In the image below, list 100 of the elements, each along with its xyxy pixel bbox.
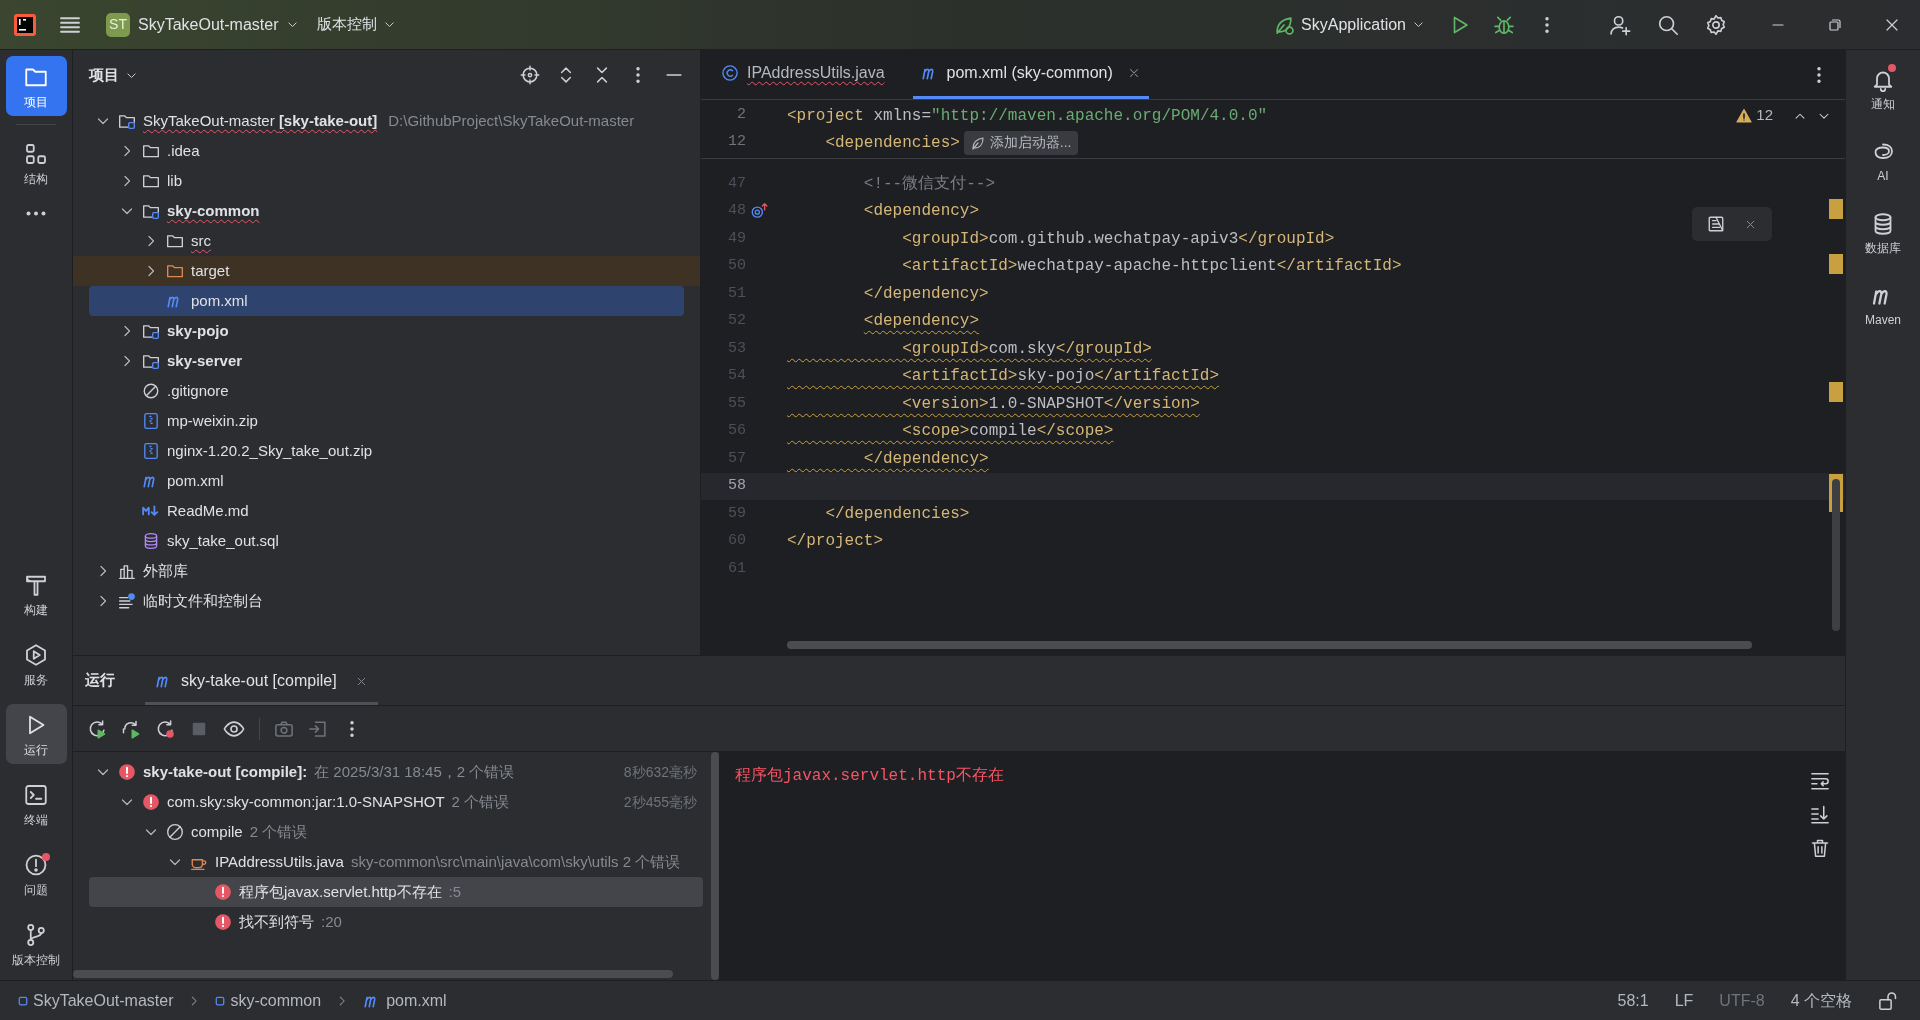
restore-icon[interactable] [1826, 16, 1843, 33]
caret-position[interactable]: 58:1 [1617, 988, 1649, 1013]
tree-item[interactable]: src [89, 226, 684, 256]
tool-window-button[interactable]: 项目 [5, 56, 67, 116]
run-configuration-selector[interactable]: SkyApplication [1273, 12, 1425, 37]
panel-title-menu[interactable]: 项目 [89, 63, 138, 87]
scroll-to-end-icon[interactable] [1810, 804, 1830, 824]
add-starter-hint[interactable]: 添加启动器... [963, 130, 1078, 155]
branch-icon [24, 922, 48, 947]
duration: 8秒632毫秒 [623, 762, 697, 782]
tree-item[interactable]: sky_take_out.sql [89, 526, 684, 556]
folder-icon [142, 142, 160, 160]
search-icon[interactable] [1657, 13, 1679, 36]
add-user-icon[interactable] [1609, 13, 1631, 36]
tool-window-button[interactable]: Maven [1853, 276, 1913, 334]
module-icon [215, 995, 226, 1006]
build-tree-item[interactable]: 程序包javax.servlet.http不存在 :5 [89, 877, 703, 907]
locate-icon[interactable] [520, 65, 540, 85]
settings-icon[interactable] [1705, 13, 1727, 36]
tool-window-button[interactable]: 服务 [5, 634, 67, 694]
line-number: 12 [727, 132, 746, 153]
implemented-icon[interactable] [750, 202, 768, 221]
tool-window-button[interactable]: 结构 [5, 133, 67, 193]
folder-icon [166, 232, 184, 250]
tree-item[interactable]: sky-pojo [89, 316, 684, 346]
scrollbar[interactable] [73, 970, 673, 978]
line-number: 2 [736, 105, 746, 126]
tree-item[interactable]: mp-weixin.zip [89, 406, 684, 436]
error-icon [142, 793, 160, 811]
soft-wrap-icon[interactable] [1810, 770, 1830, 790]
indent-setting[interactable]: 4 个空格 [1790, 988, 1852, 1013]
reader-mode-icon[interactable] [1707, 215, 1726, 233]
code-line: <dependencies> [824, 132, 960, 154]
breadcrumb[interactable]: sky-common [215, 988, 322, 1013]
build-tree-item[interactable]: 找不到符号 :20 [89, 907, 703, 937]
error-icon [214, 883, 232, 901]
database-icon [142, 532, 160, 550]
tool-window-button[interactable]: 运行 [5, 704, 67, 764]
tree-item[interactable]: .idea [89, 136, 684, 166]
build-tree-item[interactable]: sky-take-out [compile]: 在 2025/3/31 18:45，2 个错误 8秒632毫秒 [89, 757, 703, 787]
module-icon [18, 995, 28, 1006]
rerun-changed-icon[interactable] [121, 718, 141, 739]
code-line: </project> [787, 531, 883, 553]
breadcrumb[interactable]: SkyTakeOut-master [18, 988, 174, 1013]
tree-item[interactable]: lib [89, 166, 684, 196]
run-tab[interactable]: sky-take-out [compile] [145, 660, 378, 705]
tree-item[interactable]: sky-server [89, 346, 684, 376]
rerun-icon[interactable] [87, 718, 107, 739]
tool-window-button[interactable]: 问题 [5, 844, 67, 904]
vcs-menu[interactable]: 版本控制 [317, 13, 397, 36]
tool-window-button[interactable]: 版本控制 [5, 914, 67, 974]
project-badge: ST [106, 12, 130, 37]
tool-window-button[interactable]: AI [1853, 132, 1913, 190]
tool-window-button[interactable]: 数据库 [1853, 204, 1913, 262]
tree-item[interactable]: 外部库 [89, 556, 684, 586]
error-icon [214, 913, 232, 931]
tree-item[interactable]: nginx-1.20.2_Sky_take_out.zip [89, 436, 684, 466]
archive-icon [142, 442, 160, 460]
tree-item[interactable]: pom.xml [89, 466, 684, 496]
code-line: <artifactId>wechatpay-apache-httpclient</artifactId> [901, 256, 1402, 278]
services-icon [24, 642, 48, 667]
tree-item[interactable]: sky-common [89, 196, 684, 226]
code-line: <groupId>com.sky</groupId> [901, 338, 1152, 360]
trash-icon[interactable] [1810, 838, 1830, 858]
code-line: </dependencies> [824, 503, 970, 525]
tool-window-button[interactable]: 构建 [5, 564, 67, 624]
build-tree-item[interactable]: IPAddressUtils.java sky-common\src\main\java\com\sky\utils 2 个错误 [89, 847, 703, 877]
module-folder-icon [118, 112, 136, 130]
tree-item[interactable]: 临时文件和控制台 [89, 586, 684, 616]
project-selector[interactable]: ST SkyTakeOut-master [100, 7, 306, 42]
scrollbar[interactable] [787, 641, 1752, 649]
rerun-failed-icon[interactable] [155, 718, 175, 739]
build-tree-item[interactable]: compile 2 个错误 [89, 817, 703, 847]
tool-window-button[interactable]: 终端 [5, 774, 67, 834]
library-icon [118, 562, 136, 580]
module-folder-icon [142, 202, 160, 220]
editor-tab[interactable]: IPAddressUtils.java [713, 50, 893, 99]
tree-item[interactable]: pom.xml [89, 286, 684, 316]
tool-window-button[interactable]: 通知 [1853, 60, 1913, 118]
tree-item[interactable]: ReadMe.md [89, 496, 684, 526]
warning-icon[interactable] [1736, 107, 1753, 124]
app-logo-icon[interactable] [14, 13, 36, 36]
circle-slash-icon [166, 823, 184, 841]
folder-icon [142, 172, 160, 190]
warning-count[interactable]: 12 [1756, 104, 1773, 127]
code-line: <dependency> [862, 201, 980, 223]
lock-open-icon[interactable] [1878, 990, 1898, 1011]
code-line: <groupId>com.github.wechatpay-apiv3</groupId> [901, 228, 1335, 250]
scrollbar[interactable] [1832, 479, 1840, 631]
line-separator[interactable]: LF [1674, 988, 1694, 1013]
tree-item[interactable]: .gitignore [89, 376, 684, 406]
breadcrumb[interactable]: pom.xml [363, 988, 447, 1013]
tree-item[interactable]: target [73, 256, 700, 286]
camera-icon[interactable] [274, 718, 294, 739]
duration: 2秒455毫秒 [623, 792, 697, 812]
tree-item[interactable]: SkyTakeOut-master [sky-take-out] D:\GithubProject\SkyTakeOut-master [89, 106, 684, 136]
exit-icon[interactable] [308, 718, 328, 739]
more-icon [26, 210, 46, 216]
build-tree-item[interactable]: com.sky:sky-common:jar:1.0-SNAPSHOT 2 个错误 2秒455毫秒 [89, 787, 703, 817]
scrollbar[interactable] [711, 752, 719, 980]
